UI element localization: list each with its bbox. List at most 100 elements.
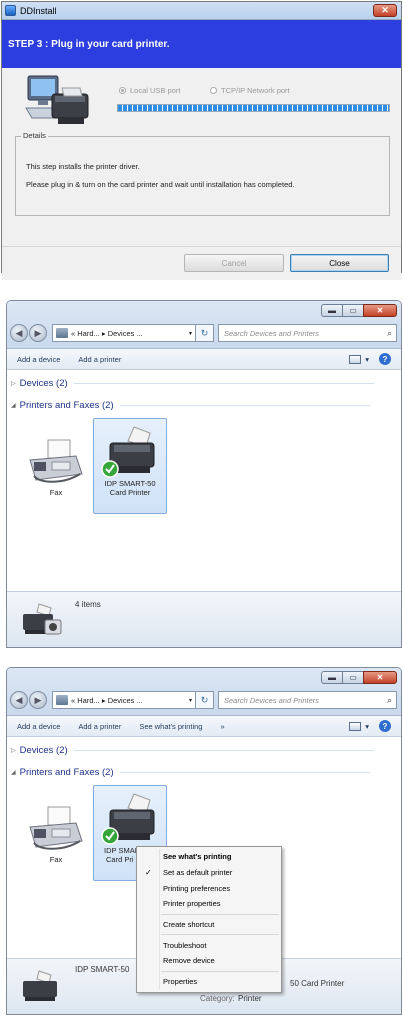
back-arrow-icon[interactable]: ◀ [10,324,28,342]
divider [73,750,374,751]
printer-context-menu: See what's printing ✓ Set as default pri… [136,846,282,993]
group-printers[interactable]: ◢ Printers and Faxes (2) [11,767,391,778]
radio-local-usb-label: Local USB port [130,86,181,95]
group-printers-label: Printers and Faxes (2) [19,767,114,778]
app-icon [5,5,16,16]
search-placeholder: Search Devices and Printers [224,695,320,705]
fax-icon [29,439,83,483]
menu-item-create-shortcut[interactable]: Create shortcut [137,917,281,933]
menu-separator [161,970,279,972]
view-options-icon[interactable] [349,721,362,731]
back-arrow-icon[interactable]: ◀ [10,691,28,709]
minimize-icon[interactable]: ▬ [321,304,343,317]
expand-icon[interactable]: ▷ [11,747,16,754]
details-line-1: This step installs the printer driver. [26,162,140,171]
collapse-icon[interactable]: ◢ [11,769,16,776]
search-input[interactable]: Search Devices and Printers ⌕ [218,691,397,709]
installer-title: DDInstall [20,5,57,16]
menu-item-see-whats-printing[interactable]: See what's printing [137,849,281,865]
details-category-value: Printer [238,994,262,1003]
add-device-button[interactable]: Add a device [17,722,60,731]
group-printers-label: Printers and Faxes (2) [19,400,114,411]
installer-titlebar: DDInstall ✕ [2,2,401,20]
menu-item-properties[interactable]: Properties [137,974,281,990]
search-icon[interactable]: ⌕ [387,328,392,339]
add-device-button[interactable]: Add a device [17,355,60,364]
menu-item-label: Set as default printer [163,868,233,878]
cancel-button[interactable]: Cancel [184,254,284,272]
refresh-icon[interactable]: ↻ [196,324,214,342]
help-icon[interactable]: ? [379,720,391,732]
menu-separator [161,913,279,915]
menu-item-troubleshoot[interactable]: Troubleshoot [137,937,281,953]
search-input[interactable]: Search Devices and Printers ⌕ [218,324,397,342]
items-count: 4 items [75,600,101,609]
minimize-icon[interactable]: ▬ [321,671,343,684]
details-groupbox: Details This step installs the printer d… [15,131,390,216]
device-fax-label: Fax [49,488,63,497]
radio-local-usb[interactable]: Local USB port [119,86,180,95]
chevron-down-icon[interactable]: ▾ [365,355,369,364]
menu-item-printer-properties[interactable]: Printer properties [137,896,281,912]
menu-item-remove-device[interactable]: Remove device [137,953,281,969]
device-printer-type: Card Printer [109,488,151,497]
device-fax[interactable]: Fax [19,434,93,514]
installer-body: Local USB port TCP/IP Network port Detai… [2,68,401,246]
close-icon[interactable]: ✕ [363,671,397,684]
printer-icon [101,793,155,845]
help-icon[interactable]: ? [379,353,391,365]
computer-printer-illustration [25,75,89,124]
address-bar[interactable]: « Hard... ▸ Devices ... ▾ [52,691,196,709]
chevron-down-icon[interactable]: ▾ [189,330,192,337]
navigation-row: ◀ ▶ « Hard... ▸ Devices ... ▾ ↻ Search D… [10,690,397,710]
command-bar: Add a device Add a printer ▾ ? [7,349,401,370]
group-devices[interactable]: ▷ Devices (2) [11,745,391,756]
add-printer-button[interactable]: Add a printer [78,355,121,364]
details-line-2: Please plug in & turn on the card printe… [26,180,295,189]
close-icon[interactable]: ✕ [373,4,397,17]
chevron-down-icon[interactable]: ▾ [189,697,192,704]
control-panel-icon [56,695,68,705]
forward-arrow-icon[interactable]: ▶ [29,324,47,342]
devices-icon [23,603,62,635]
search-icon[interactable]: ⌕ [387,695,392,706]
more-commands-button[interactable]: » [220,722,224,731]
maximize-icon[interactable]: ▭ [342,304,364,317]
refresh-icon[interactable]: ↻ [196,691,214,709]
radio-button[interactable] [210,87,217,94]
collapse-icon[interactable]: ◢ [11,402,16,409]
step-banner: STEP 3 : Plug in your card printer. [2,20,401,68]
caption-buttons: ▬ ▭ ✕ [321,304,397,317]
radio-button-selected[interactable] [119,87,126,94]
installer-dialog: DDInstall ✕ STEP 3 : Plug in your card p… [1,1,402,280]
divider [73,383,374,384]
maximize-icon[interactable]: ▭ [342,671,364,684]
group-devices[interactable]: ▷ Devices (2) [11,378,391,389]
forward-arrow-icon[interactable]: ▶ [29,691,47,709]
add-printer-button[interactable]: Add a printer [78,722,121,731]
printer-icon [23,970,57,1001]
details-category-label: Category: [200,994,235,1003]
device-idp-smart-50[interactable]: IDP SMART-50 Card Printer [93,418,167,514]
chevron-down-icon[interactable]: ▾ [365,722,369,731]
details-label: Details [21,131,48,140]
installer-footer: Cancel Close [2,246,401,280]
view-options-icon[interactable] [349,354,362,364]
device-fax-label: Fax [49,855,63,864]
device-fax[interactable]: Fax [19,801,93,881]
devices-printers-window: ▬ ▭ ✕ ◀ ▶ « Hard... ▸ Devices ... ▾ ↻ Se… [6,300,402,648]
printer-icon [101,426,155,478]
breadcrumb: « Hard... ▸ Devices ... [71,328,143,338]
close-icon[interactable]: ✕ [363,304,397,317]
radio-tcpip-network[interactable]: TCP/IP Network port [210,86,290,95]
expand-icon[interactable]: ▷ [11,380,16,387]
divider [119,772,370,773]
see-whats-printing-button[interactable]: See what's printing [139,722,202,731]
menu-item-set-default-printer[interactable]: ✓ Set as default printer [137,865,281,881]
close-button[interactable]: Close [290,254,389,272]
group-printers[interactable]: ◢ Printers and Faxes (2) [11,400,391,411]
menu-item-printing-preferences[interactable]: Printing preferences [137,880,281,896]
address-bar[interactable]: « Hard... ▸ Devices ... ▾ [52,324,196,342]
command-bar-right: ▾ ? [349,720,391,732]
install-progress-bar [117,104,390,112]
